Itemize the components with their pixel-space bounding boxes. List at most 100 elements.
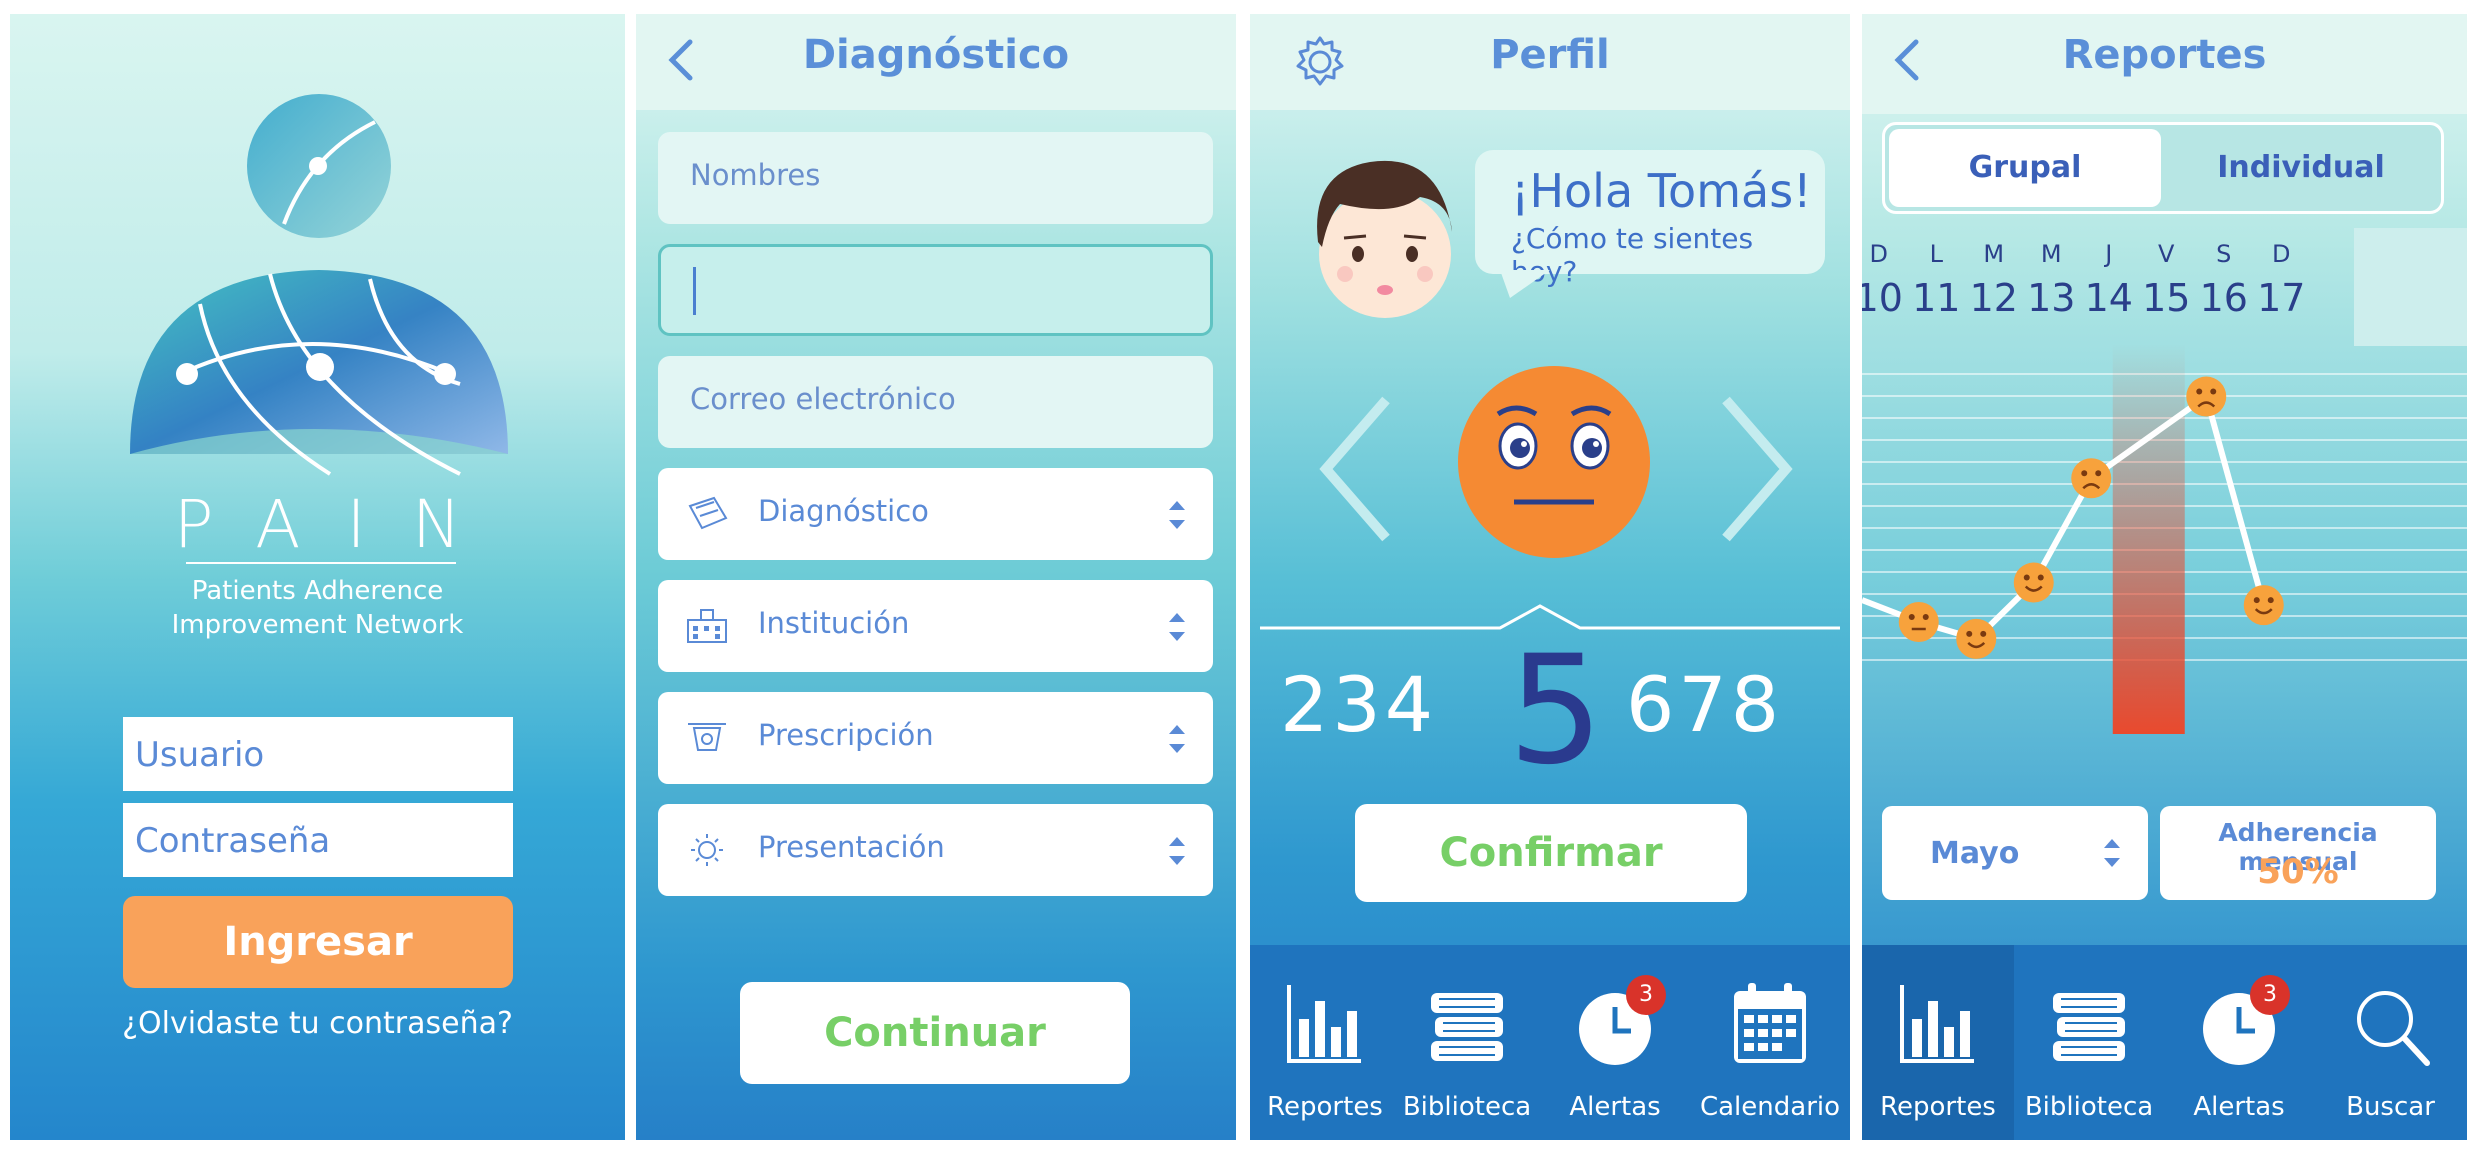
data-point-sad-face[interactable] [2071, 458, 2112, 499]
adherence-value: 50% [2257, 852, 2339, 892]
adherence-card: Adherencia mensual 50% [2160, 806, 2436, 900]
password-placeholder: Contraseña [135, 821, 331, 861]
month-select[interactable]: Mayo [1882, 806, 2148, 900]
segment-grupal[interactable]: Grupal [1889, 129, 2161, 207]
day-number: 16 [2199, 276, 2248, 320]
presentation-select[interactable]: Presentación [658, 804, 1213, 896]
logo-wordmark: PAIN [173, 486, 508, 563]
login-screen: PAIN Patients Adherence Improvement Netw… [10, 14, 625, 1140]
prescription-select[interactable]: Prescripción [658, 692, 1213, 784]
confirm-button[interactable]: Confirmar [1355, 804, 1747, 902]
page-title: Perfil [1490, 32, 1610, 78]
data-point-sad-face[interactable] [2186, 376, 2227, 417]
chevron-left-icon[interactable] [1312, 394, 1402, 544]
bar-chart-icon [1900, 985, 1974, 1063]
mood-face-icon [1458, 366, 1650, 558]
day-column[interactable]: M 12 [1965, 228, 2023, 320]
search-icon [2356, 991, 2430, 1066]
books-icon [2053, 993, 2125, 1061]
tab-biblioteca[interactable]: Biblioteca [1392, 945, 1542, 1140]
tab-buscar[interactable]: Buscar [2314, 945, 2467, 1140]
data-point-happy-face[interactable] [2243, 585, 2284, 626]
day-column[interactable]: V 15 [2138, 228, 2196, 320]
day-column[interactable]: D 17 [2253, 228, 2311, 320]
login-button[interactable]: Ingresar [123, 896, 513, 988]
tab-label: Calendario [1699, 1092, 1841, 1122]
pain-logo-icon [130, 94, 508, 476]
email-placeholder: Correo electrónico [690, 382, 956, 416]
reportes-screen: Reportes Grupal Individual D 10 L 11 M 12 M 13 J… [1862, 14, 2467, 1140]
diagnosis-label: Diagnóstico [758, 494, 929, 528]
selected-day-bar [2112, 344, 2185, 734]
updown-arrows-icon [1169, 725, 1185, 753]
names-field[interactable]: Nombres [658, 132, 1213, 224]
day-strip: D 10 L 11 M 12 M 13 J 14 V 15 S 16 D 17 [1862, 228, 2467, 346]
updown-arrows-icon [1169, 613, 1185, 641]
greeting-text: ¡Hola Tomás! [1511, 164, 1812, 218]
books-icon [1431, 993, 1503, 1061]
page-title: Reportes [2062, 32, 2267, 78]
tab-alertas[interactable]: 3 Alertas [2164, 945, 2314, 1140]
email-field[interactable]: Correo electrónico [658, 356, 1213, 448]
scale-icon [688, 723, 726, 751]
subtitle-line2: Improvement Network [171, 610, 464, 640]
page-title: Diagnóstico [802, 32, 1070, 78]
month-label: Mayo [1930, 836, 2020, 871]
chevron-right-icon[interactable] [1710, 394, 1800, 544]
password-field[interactable]: Contraseña [123, 803, 513, 877]
tab-label: Buscar [2346, 1092, 2435, 1122]
updown-arrows-icon [1169, 837, 1185, 865]
tab-calendario[interactable]: Calendario [1690, 945, 1850, 1140]
updown-arrows-icon [2104, 839, 2120, 867]
prescription-label: Prescripción [758, 718, 934, 752]
day-letter: S [2216, 240, 2232, 268]
segment-individual[interactable]: Individual [2165, 129, 2437, 207]
institution-select[interactable]: Institución [658, 580, 1213, 672]
day-number: 12 [1969, 276, 2018, 320]
updown-arrows-icon [1169, 501, 1185, 529]
continue-button[interactable]: Continuar [740, 982, 1130, 1084]
presentation-label: Presentación [758, 830, 945, 864]
scale-numbers-left[interactable]: 234 [1280, 660, 1437, 749]
data-point-happy-face[interactable] [1956, 618, 1997, 659]
alert-badge: 3 [1626, 975, 1666, 1015]
day-letter: D [2272, 240, 2291, 268]
scale-selected-number[interactable]: 5 [1508, 624, 1603, 798]
text-caret [693, 267, 696, 315]
tab-bar: Reportes Biblioteca 3 Alertas Calendario [1250, 945, 1850, 1140]
diagnosis-select[interactable]: Diagnóstico [658, 468, 1213, 560]
sun-icon [691, 834, 723, 866]
day-number: 11 [1912, 276, 1961, 320]
tab-label: Biblioteca [1402, 1092, 1532, 1122]
scale-numbers-right[interactable]: 678 [1626, 660, 1783, 749]
day-number: 17 [2257, 276, 2306, 320]
logo-underline [186, 562, 456, 564]
top-bar: Diagnóstico [636, 14, 1236, 110]
day-column[interactable]: J 14 [2080, 228, 2138, 320]
segmented-control: Grupal Individual [1882, 122, 2444, 214]
day-number: 14 [2084, 276, 2133, 320]
active-text-field[interactable] [658, 244, 1213, 336]
day-column[interactable]: S 16 [2195, 228, 2253, 320]
tab-biblioteca[interactable]: Biblioteca [2014, 945, 2164, 1140]
day-letter: D [1869, 240, 1888, 268]
greeting-bubble: ¡Hola Tomás! ¿Cómo te sientes hoy? [1475, 150, 1825, 288]
tab-label: Reportes [1267, 1092, 1383, 1122]
day-column[interactable]: M 13 [2023, 228, 2081, 320]
tab-reportes[interactable]: Reportes [1862, 945, 2014, 1140]
forgot-password-link[interactable]: ¿Olvidaste tu contraseña? [10, 1006, 625, 1041]
day-letter: V [2158, 240, 2175, 268]
username-field[interactable]: Usuario [123, 717, 513, 791]
tab-reportes[interactable]: Reportes [1250, 945, 1400, 1140]
diagnostico-screen: Diagnóstico Nombres Correo electrónico D… [636, 14, 1236, 1140]
calendar-icon [1734, 983, 1806, 1063]
tab-label: Biblioteca [2024, 1092, 2154, 1122]
day-column[interactable]: D 10 [1862, 228, 1908, 320]
tab-label: Alertas [2193, 1092, 2285, 1122]
bubble-tail [1500, 270, 1550, 298]
data-point-happy-face[interactable] [2013, 562, 2054, 603]
tab-bar: Reportes Biblioteca 3 Alertas Buscar [1862, 945, 2467, 1140]
data-point-neutral-face[interactable] [1898, 602, 1939, 642]
tab-alertas[interactable]: 3 Alertas [1540, 945, 1690, 1140]
day-column[interactable]: L 11 [1908, 228, 1966, 320]
